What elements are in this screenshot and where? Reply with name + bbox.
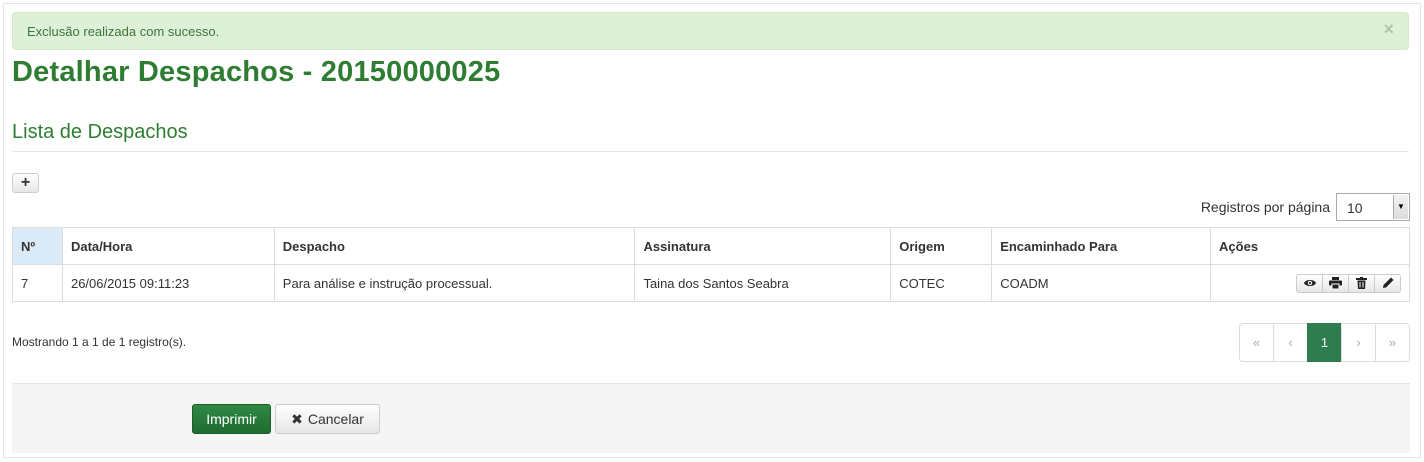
- delete-button[interactable]: [1348, 273, 1375, 293]
- close-icon[interactable]: ×: [1383, 20, 1394, 38]
- pagination: « ‹ 1 › »: [1239, 323, 1410, 362]
- pager-current-page[interactable]: 1: [1307, 323, 1342, 362]
- pager-last[interactable]: »: [1375, 323, 1410, 362]
- column-header-acoes: Ações: [1210, 227, 1410, 265]
- table-row: 7 26/06/2015 09:11:23 Para análise e ins…: [12, 264, 1410, 302]
- chevron-down-icon[interactable]: ▼: [1393, 195, 1408, 219]
- cancel-button[interactable]: ✖ Cancelar: [275, 404, 380, 434]
- form-footer: Imprimir ✖ Cancelar: [12, 383, 1410, 453]
- cell-acoes: [1210, 264, 1410, 302]
- cell-numero: 7: [12, 264, 63, 302]
- row-actions: [1219, 273, 1401, 293]
- success-alert: Exclusão realizada com sucesso. ×: [12, 12, 1409, 50]
- cancel-label: Cancelar: [307, 411, 364, 427]
- column-header-numero[interactable]: Nº: [12, 227, 63, 265]
- records-per-page-label: Registros por página: [1200, 199, 1330, 215]
- column-header-assinatura[interactable]: Assinatura: [634, 227, 892, 265]
- pager-first[interactable]: «: [1239, 323, 1274, 362]
- section-title: Lista de Despachos: [12, 121, 188, 143]
- divider: [12, 151, 1409, 152]
- page-title: Detalhar Despachos - 20150000025: [12, 56, 501, 88]
- print-button-footer[interactable]: Imprimir: [192, 404, 271, 434]
- records-per-page-select[interactable]: 10 ▼: [1336, 193, 1410, 221]
- pencil-icon: [1382, 277, 1393, 288]
- cell-assinatura: Taina dos Santos Seabra: [634, 264, 892, 302]
- column-header-origem[interactable]: Origem: [890, 227, 993, 265]
- cell-data-hora: 26/06/2015 09:11:23: [61, 264, 275, 302]
- alert-message: Exclusão realizada com sucesso.: [27, 24, 220, 39]
- table-header-row: Nº Data/Hora Despacho Assinatura Origem …: [12, 227, 1410, 265]
- cell-despacho: Para análise e instrução processual.: [273, 264, 636, 302]
- edit-button[interactable]: [1374, 273, 1401, 293]
- column-header-despacho[interactable]: Despacho: [273, 227, 636, 265]
- pager-prev[interactable]: ‹: [1273, 323, 1308, 362]
- column-header-data-hora[interactable]: Data/Hora: [61, 227, 275, 265]
- despachos-table: Nº Data/Hora Despacho Assinatura Origem …: [12, 227, 1410, 302]
- pager-next[interactable]: ›: [1341, 323, 1376, 362]
- eye-icon: [1303, 280, 1316, 286]
- records-per-page: Registros por página 10 ▼: [1201, 193, 1410, 221]
- cell-origem: COTEC: [890, 264, 993, 302]
- add-button[interactable]: +: [12, 173, 39, 193]
- column-header-encaminhado-para[interactable]: Encaminhado Para: [991, 227, 1212, 265]
- trash-icon: [1356, 277, 1367, 289]
- print-icon: [1329, 277, 1342, 289]
- view-button[interactable]: [1296, 273, 1323, 293]
- print-button[interactable]: [1322, 273, 1349, 293]
- records-per-page-value: 10: [1347, 200, 1363, 216]
- cell-encaminhado-para: COADM: [991, 264, 1212, 302]
- records-info: Mostrando 1 a 1 de 1 registro(s).: [12, 335, 187, 349]
- close-icon: ✖: [291, 410, 303, 427]
